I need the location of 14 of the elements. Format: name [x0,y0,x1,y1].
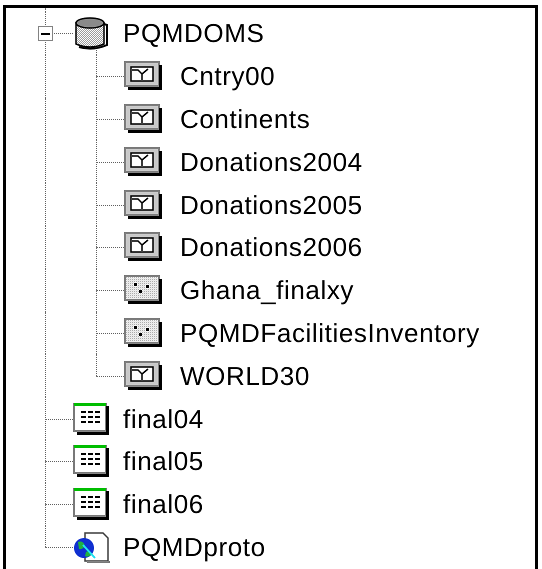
tree-item-label[interactable]: PQMDOMS [123,20,264,46]
tree-item-label[interactable]: final06 [123,491,204,518]
tree-item-label[interactable]: Donations2006 [180,234,363,260]
tree-item-label[interactable]: final05 [123,448,204,474]
tree-item-label[interactable]: final04 [123,406,204,432]
expander-button[interactable] [38,26,53,41]
tree-item-label[interactable]: Donations2004 [180,148,363,175]
tree-item-label[interactable]: Ghana_finalxy [180,277,354,304]
tree-item-label[interactable]: Continents [180,106,310,132]
tree-item-label[interactable]: Donations2005 [180,192,363,218]
tree-item-label[interactable]: PQMDFacilitiesInventory [180,320,480,346]
tree-item-label[interactable]: Cntry00 [180,63,276,90]
tree-item-label[interactable]: WORLD30 [180,362,310,389]
tree-item-label[interactable]: PQMDproto [123,534,266,560]
